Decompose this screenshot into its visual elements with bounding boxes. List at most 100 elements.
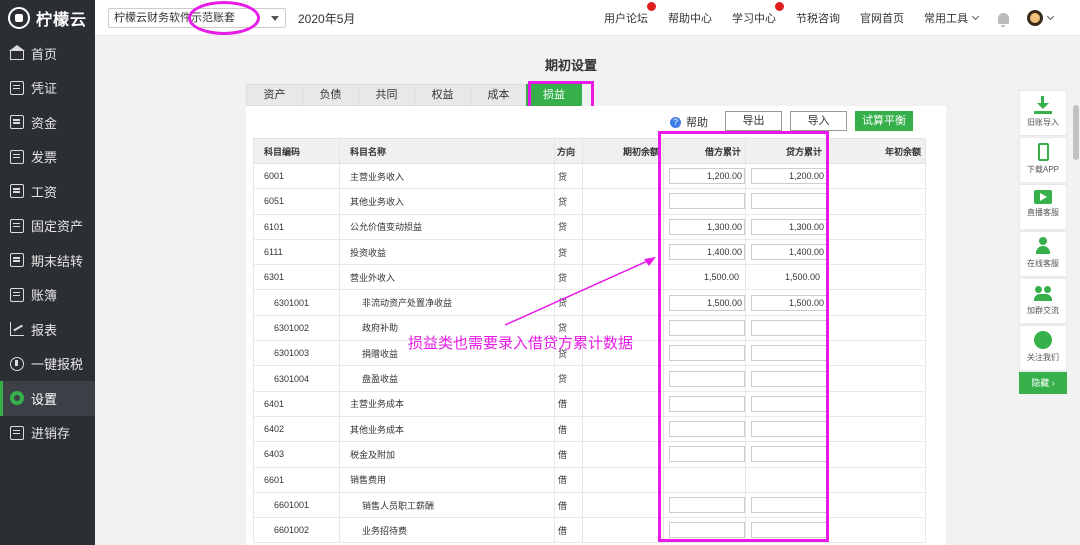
account-code-cell: 6301002 [253,314,340,342]
account-code-cell: 6301003 [253,340,340,367]
side-tool-follow-us[interactable]: 关注我们 [1019,325,1067,371]
link-user-forum[interactable]: 用户论坛 [604,2,656,26]
video-icon [1034,190,1052,204]
tab-equity[interactable]: 权益 [414,84,470,106]
sidebar-item-2[interactable]: 资金 [0,105,95,140]
home-icon [9,44,25,60]
year-start-balance-cell [826,340,926,367]
inventory-icon [10,425,24,440]
ledger-icon [10,287,24,302]
tax-icon [10,356,24,371]
tab-cost[interactable]: 成本 [470,84,526,106]
link-help-center[interactable]: 帮助中心 [668,10,712,26]
year-start-balance-cell [826,213,926,240]
sidebar-item-3[interactable]: 发票 [0,140,95,175]
sidebar-item-11[interactable]: 进销存 [0,416,95,451]
direction-cell: 借 [554,466,583,493]
tab-assets[interactable]: 资产 [246,84,302,106]
col-header-year-start-balance: 年初余额 [826,138,926,164]
sidebar-item-9[interactable]: 一键报税 [0,347,95,382]
year-start-balance-cell [826,365,926,392]
year-start-balance-cell [826,415,926,443]
year-start-balance-cell [826,162,926,190]
sidebar-item-8[interactable]: 报表 [0,312,95,347]
side-tool-old-import[interactable]: 旧账导入 [1019,90,1067,136]
question-icon: ? [670,116,681,128]
tab-liabilities[interactable]: 负债 [302,84,358,106]
account-code-cell: 6001 [253,162,340,190]
bell-icon[interactable] [998,12,1009,27]
year-start-balance-cell [826,188,926,215]
sidebar-item-10[interactable]: 设置 [0,381,95,416]
link-learning-center[interactable]: 学习中心 [732,2,784,26]
account-code-cell: 6051 [253,188,340,215]
common-tools-menu[interactable]: 常用工具 [924,10,980,26]
top-links: 用户论坛 帮助中心 学习中心 节税咨询 官网首页 常用工具 [604,0,1080,36]
opening-balance-cell [582,162,664,190]
app-logo[interactable]: 柠檬云 [0,0,95,36]
salary-icon [10,184,24,199]
account-code-cell: 6101 [253,213,340,240]
link-official-site[interactable]: 官网首页 [860,10,904,26]
caret-down-icon [271,16,279,21]
account-name-cell: 其他业务成本 [339,415,555,443]
sidebar-item-1[interactable]: 凭证 [0,71,95,106]
direction-cell: 贷 [554,365,583,392]
account-name-cell: 其他业务收入 [339,188,555,215]
opening-balance-cell [582,466,664,493]
hide-toolbar-button[interactable]: 隐藏 › [1019,372,1067,394]
period-selector[interactable]: 2020年5月 [298,10,355,27]
account-name-cell: 税金及附加 [339,441,555,468]
tab-common[interactable]: 共同 [358,84,414,106]
sidebar-item-0[interactable]: 首页 [0,36,95,71]
account-code-cell: 6402 [253,415,340,443]
trial-balance-button[interactable]: 试算平衡 [855,111,913,131]
scrollbar-thumb[interactable] [1073,105,1079,160]
sidebar-item-label: 账簿 [31,288,58,304]
sidebar-item-label: 期末结转 [31,253,84,269]
sidebar-item-label: 首页 [31,46,58,62]
side-tool-online-support[interactable]: 在线客服 [1019,231,1067,277]
direction-cell: 贷 [554,162,583,190]
side-tool-join-group[interactable]: 加群交流 [1019,278,1067,324]
sidebar-item-label: 报表 [31,322,58,338]
account-name-cell: 公允价值变动损益 [339,213,555,240]
link-tax-consult[interactable]: 节税咨询 [796,10,840,26]
year-start-balance-cell [826,491,926,519]
year-start-balance-cell [826,466,926,493]
sidebar-item-label: 发票 [31,150,58,166]
direction-cell: 借 [554,415,583,443]
col-header-direction: 方向 [554,138,583,164]
side-tool-live-support[interactable]: 直播客服 [1019,184,1067,230]
opening-balance-cell [582,188,664,215]
new-badge-icon [775,2,784,11]
sidebar-item-5[interactable]: 固定资产 [0,209,95,244]
import-button[interactable]: 导入 [790,111,847,131]
side-tool-download-app[interactable]: 下载APP [1019,137,1067,183]
sidebar-item-4[interactable]: 工资 [0,174,95,209]
account-code-cell: 6403 [253,441,340,468]
account-name-cell: 销售人员职工薪酬 [339,491,555,519]
sidebar-item-6[interactable]: 期末结转 [0,243,95,278]
person-icon [1034,237,1052,255]
account-code-cell: 6301001 [253,289,340,316]
page-title: 期初设置 [545,58,598,73]
col-header-code: 科目编码 [253,138,340,164]
opening-balance-cell [582,390,664,417]
opening-balance-cell [582,517,664,544]
export-button[interactable]: 导出 [725,111,782,131]
year-start-balance-cell [826,238,926,266]
col-header-name: 科目名称 [339,138,555,164]
opening-balance-cell [582,365,664,392]
col-header-opening-balance: 期初余额 [582,138,664,164]
sidebar-item-7[interactable]: 账簿 [0,278,95,313]
chevron-down-icon[interactable] [1046,12,1055,21]
account-code-cell: 6111 [253,238,340,266]
fixed-asset-icon [10,218,24,233]
year-start-balance-cell [826,441,926,468]
sidebar: 柠檬云 首页凭证 资金发票工资 固定资产期末结转账簿报表一键报税 设置 进销存 [0,0,95,545]
chevron-down-icon [971,12,980,21]
help-link[interactable]: ? 帮助 [670,114,708,130]
avatar[interactable] [1027,10,1043,26]
annotation-text: 损益类也需要录入借贷方累计数据 [408,335,634,352]
